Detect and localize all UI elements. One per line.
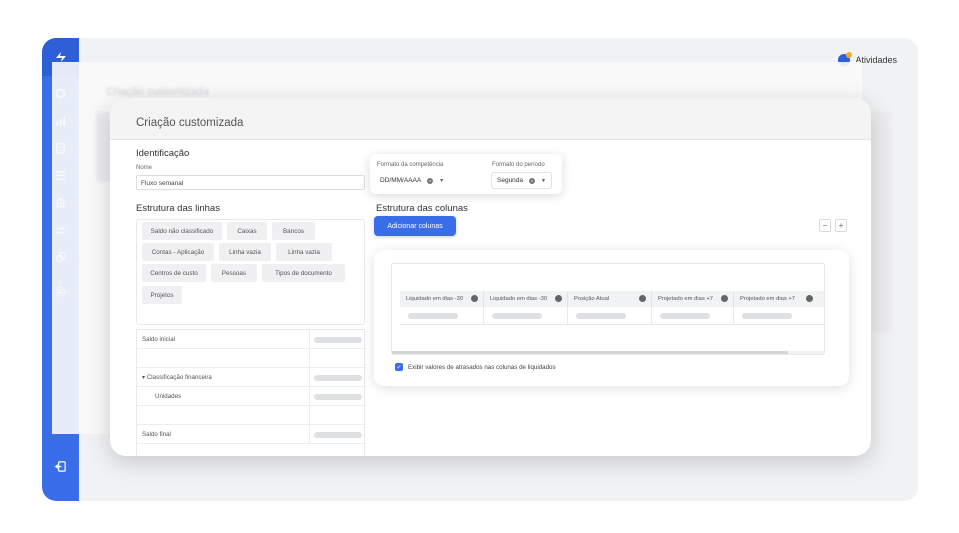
column-header[interactable]: Liquidado em dias -30 [400, 291, 484, 307]
placeholder-bar [314, 375, 362, 381]
chevron-down-icon: ▼ [439, 177, 445, 184]
chip-centros-de-custo[interactable]: Centros de custo [142, 264, 206, 282]
column-header-label: Projetado em dias +7 [740, 296, 795, 302]
checkbox-checked-icon[interactable]: ✓ [395, 363, 403, 371]
table-row[interactable]: Saldo final [137, 425, 366, 444]
chip-projetos[interactable]: Projetos [142, 286, 182, 304]
remove-column-icon[interactable] [806, 295, 813, 302]
column-cell [484, 307, 568, 325]
remove-column-icon[interactable] [555, 295, 562, 302]
column-header-label: Liquidado em dias -30 [406, 296, 464, 302]
placeholder-bar [742, 313, 792, 319]
table-row[interactable] [137, 406, 366, 425]
row-label: Saldo final [142, 431, 171, 438]
chip-tipos-de-documento[interactable]: Tipos de documento [262, 264, 345, 282]
competencia-format-value: DD/MM/AAAA [380, 177, 422, 184]
columns-structure-title: Estrutura das colunas [376, 203, 468, 214]
column-cell [652, 307, 734, 325]
chip-pessoas[interactable]: Pessoas [211, 264, 257, 282]
table-row[interactable]: Unidades [137, 387, 366, 406]
horizontal-scrollbar[interactable] [392, 351, 824, 354]
periodo-format-value: Segunda [497, 177, 524, 184]
column-header[interactable]: Liquidado em dias -30 [484, 291, 568, 307]
chip-linha-vazia[interactable]: Linha vazia [219, 243, 271, 261]
clear-icon[interactable]: × [427, 177, 434, 184]
chip-linha-vazia[interactable]: Linha vazia [276, 243, 332, 261]
background-block [96, 112, 110, 182]
placeholder-bar [660, 313, 710, 319]
columns-card: Liquidado em dias -30 Liquidado em dias … [374, 250, 849, 386]
lines-structure-title: Estrutura das linhas [136, 203, 220, 214]
name-input[interactable]: Fluxo semanal [136, 175, 365, 190]
chip-bancos[interactable]: Bancos [272, 222, 315, 240]
periodo-format-select[interactable]: Segunda × ▼ [491, 172, 552, 189]
scrollbar-thumb[interactable] [392, 351, 788, 354]
column-header[interactable]: Projetado em dias +7 [652, 291, 734, 307]
row-label: ▾ Classificação financeira [142, 374, 212, 381]
background-block [871, 112, 891, 332]
remove-column-icon[interactable] [639, 295, 646, 302]
column-header-label: Projetado em dias +7 [658, 296, 713, 302]
modal-title: Criação customizada [136, 117, 244, 129]
identification-title: Identificação [136, 148, 190, 159]
lines-table: Saldo inicial ▾ Classificação financeira… [136, 329, 366, 456]
name-label: Nome [136, 165, 153, 171]
row-label: Unidades [155, 393, 182, 400]
clear-icon[interactable]: × [529, 177, 536, 184]
chevron-down-icon: ▼ [541, 177, 546, 184]
column-cell [734, 307, 824, 325]
remove-column-icon[interactable] [471, 295, 478, 302]
columns-grid: Liquidado em dias -30 Liquidado em dias … [391, 263, 825, 355]
table-row[interactable] [137, 349, 366, 368]
modal-header: Criação customizada [110, 98, 871, 140]
column-cell [400, 307, 484, 325]
chip-saldo-nao-classificado[interactable]: Saldo não classificado [142, 222, 222, 240]
plus-button[interactable]: + [835, 219, 847, 232]
placeholder-bar [314, 432, 362, 438]
format-popover: Formato da competência DD/MM/AAAA × ▼ Fo… [370, 154, 562, 194]
chip-caixas[interactable]: Caixas [227, 222, 267, 240]
column-header[interactable]: Posição Atual [568, 291, 652, 307]
column-header-label: Liquidado em dias -30 [490, 296, 548, 302]
table-row[interactable]: ▾ Classificação financeira [137, 368, 366, 387]
placeholder-bar [408, 313, 458, 319]
column-header[interactable]: Projetado em dias +7 [734, 291, 824, 307]
overdue-values-checkbox-row[interactable]: ✓ Exibir valores de atrasados nas coluna… [395, 363, 556, 371]
remove-column-icon[interactable] [721, 295, 728, 302]
placeholder-bar [314, 394, 362, 400]
chip-contas-aplicacao[interactable]: Contas - Aplicação [142, 243, 214, 261]
competencia-format-select[interactable]: DD/MM/AAAA × ▼ [375, 172, 449, 189]
line-chips-area: Saldo não classificado Caixas Bancos Con… [136, 219, 365, 325]
placeholder-bar [492, 313, 542, 319]
column-cell [568, 307, 652, 325]
add-columns-button[interactable]: Adicionar colunas [374, 216, 456, 236]
column-header-label: Posição Atual [574, 296, 610, 302]
overdue-values-label: Exibir valores de atrasados nas colunas … [408, 363, 556, 371]
competencia-format-label: Formato da competência [377, 162, 444, 168]
placeholder-bar [314, 337, 362, 343]
table-row[interactable]: Saldo inicial [137, 330, 366, 349]
background-page-title: Criação customizada [106, 86, 209, 98]
placeholder-bar [576, 313, 626, 319]
row-label: Saldo inicial [142, 336, 176, 343]
periodo-format-label: Formato do período [492, 162, 545, 168]
logout-icon[interactable] [53, 459, 68, 474]
minus-button[interactable]: − [819, 219, 831, 232]
